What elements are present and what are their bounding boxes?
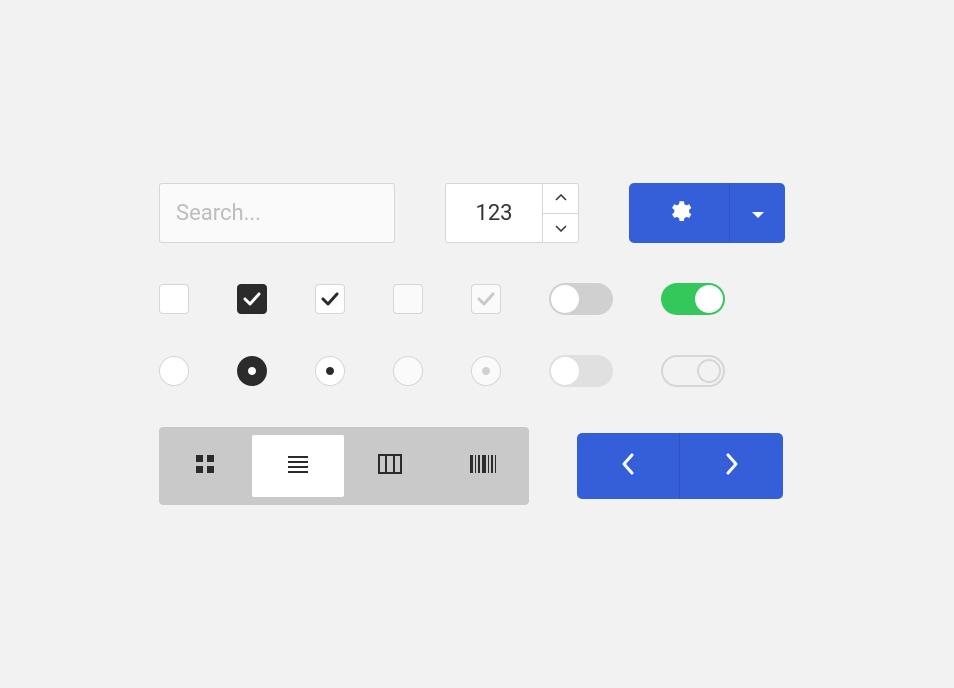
radio-disabled — [393, 356, 423, 386]
toggle-disabled-off — [549, 355, 613, 387]
row-inputs: 123 — [159, 183, 795, 243]
search-input[interactable] — [176, 201, 454, 226]
list-icon — [286, 455, 310, 477]
view-list-tab[interactable] — [252, 435, 345, 497]
row-segmented — [159, 427, 795, 505]
settings-dropdown-toggle[interactable] — [729, 183, 785, 243]
radio-unselected[interactable] — [159, 356, 189, 386]
pager — [577, 433, 783, 499]
checkbox-unchecked[interactable] — [159, 284, 189, 314]
settings-button[interactable] — [629, 183, 729, 243]
grid-icon — [194, 453, 216, 479]
gear-icon — [666, 198, 692, 228]
stepper-value: 123 — [446, 184, 542, 242]
chevron-left-icon — [621, 453, 635, 479]
toggle-off[interactable] — [549, 283, 613, 315]
checkbox-disabled-checked — [471, 284, 501, 314]
radio-selected-filled[interactable] — [237, 356, 267, 386]
columns-icon — [378, 454, 402, 478]
view-columns-tab[interactable] — [344, 427, 437, 505]
stepper-arrows — [542, 184, 578, 242]
number-stepper[interactable]: 123 — [445, 183, 579, 243]
pager-prev[interactable] — [577, 433, 680, 499]
stepper-up[interactable] — [543, 184, 578, 214]
view-grid-tab[interactable] — [159, 427, 252, 505]
view-barcode-tab[interactable] — [437, 427, 530, 505]
toggle-on[interactable] — [661, 283, 725, 315]
settings-dropdown-button — [629, 183, 785, 243]
ui-kit-panel: 123 — [159, 183, 795, 505]
row-radios — [159, 355, 795, 387]
barcode-icon — [470, 455, 496, 477]
stepper-down[interactable] — [543, 214, 578, 243]
radio-disabled-selected — [471, 356, 501, 386]
caret-down-icon — [751, 204, 765, 223]
checkbox-checked-filled[interactable] — [237, 284, 267, 314]
radio-selected-outline[interactable] — [315, 356, 345, 386]
pager-next[interactable] — [680, 433, 783, 499]
checkbox-disabled — [393, 284, 423, 314]
view-segmented-control — [159, 427, 529, 505]
checkbox-checked-outline[interactable] — [315, 284, 345, 314]
chevron-right-icon — [725, 453, 739, 479]
row-checkboxes — [159, 283, 795, 315]
search-field[interactable] — [159, 183, 395, 243]
toggle-disabled-on — [661, 355, 725, 387]
